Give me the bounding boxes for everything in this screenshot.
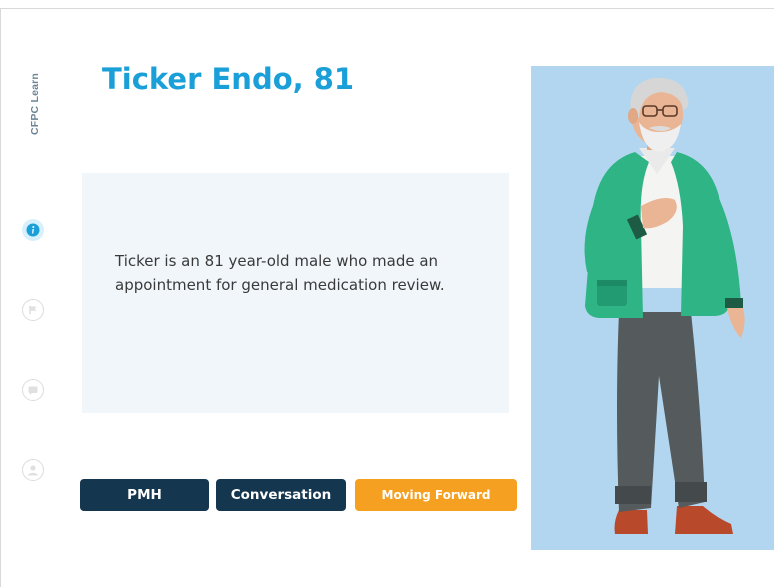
patient-info-card: Ticker is an 81 year-old male who made a… [82, 173, 509, 413]
info-icon [26, 223, 40, 237]
brand-text: CFPC Learn [29, 72, 41, 136]
elderly-man-figure [584, 77, 745, 534]
brand-logo: CFPC Learn [26, 58, 44, 150]
flag-icon [29, 306, 37, 314]
patient-illustration [531, 66, 774, 550]
nav-flag-button[interactable] [22, 299, 44, 321]
moving-forward-button[interactable]: Moving Forward [355, 479, 517, 511]
user-icon [28, 465, 38, 476]
conversation-button[interactable]: Conversation [216, 479, 346, 511]
pmh-button[interactable]: PMH [80, 479, 209, 511]
nav-chat-button[interactable] [22, 379, 44, 401]
chat-icon [28, 386, 38, 395]
nav-user-button[interactable] [22, 459, 44, 481]
nav-info-button[interactable] [22, 219, 44, 241]
patient-description: Ticker is an 81 year-old male who made a… [115, 252, 445, 294]
page-title: Ticker Endo, 81 [102, 62, 355, 96]
